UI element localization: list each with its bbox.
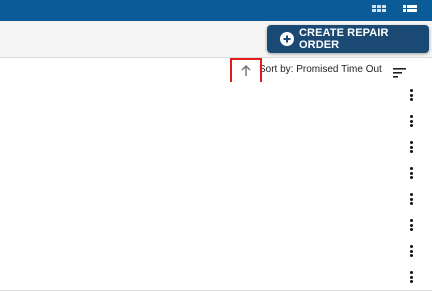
more-vert-icon[interactable] — [409, 115, 413, 127]
list-item[interactable] — [0, 160, 432, 187]
more-vert-icon[interactable] — [409, 141, 413, 153]
list-item[interactable] — [0, 264, 432, 291]
list-item[interactable] — [0, 238, 432, 265]
more-vert-icon[interactable] — [409, 245, 413, 257]
list-item[interactable] — [0, 212, 432, 239]
top-app-bar — [0, 0, 432, 21]
list-item[interactable] — [0, 186, 432, 213]
create-repair-order-button[interactable]: CREATE REPAIR ORDER — [267, 25, 429, 53]
plus-circle-icon — [280, 32, 294, 46]
sort-prefix: Sort by: — [259, 64, 297, 75]
grid-view-icon[interactable] — [372, 0, 386, 18]
list-item[interactable] — [0, 134, 432, 161]
more-vert-icon[interactable] — [409, 219, 413, 231]
more-vert-icon[interactable] — [409, 193, 413, 205]
more-vert-icon[interactable] — [409, 89, 413, 101]
toolbar: CREATE REPAIR ORDER — [0, 21, 432, 58]
sort-bar: Sort by: Promised Time Out — [0, 58, 432, 83]
sort-label[interactable]: Sort by: Promised Time Out — [259, 64, 382, 75]
list-view-icon[interactable] — [403, 0, 417, 18]
sort-field: Promised Time Out — [296, 64, 382, 75]
list-item[interactable] — [0, 108, 432, 135]
more-vert-icon[interactable] — [409, 271, 413, 283]
arrow-up-icon[interactable] — [240, 64, 252, 82]
more-vert-icon[interactable] — [409, 167, 413, 179]
sort-lines-icon[interactable] — [393, 65, 406, 83]
create-repair-order-label: CREATE REPAIR ORDER — [299, 27, 389, 51]
list-item[interactable] — [0, 82, 432, 109]
